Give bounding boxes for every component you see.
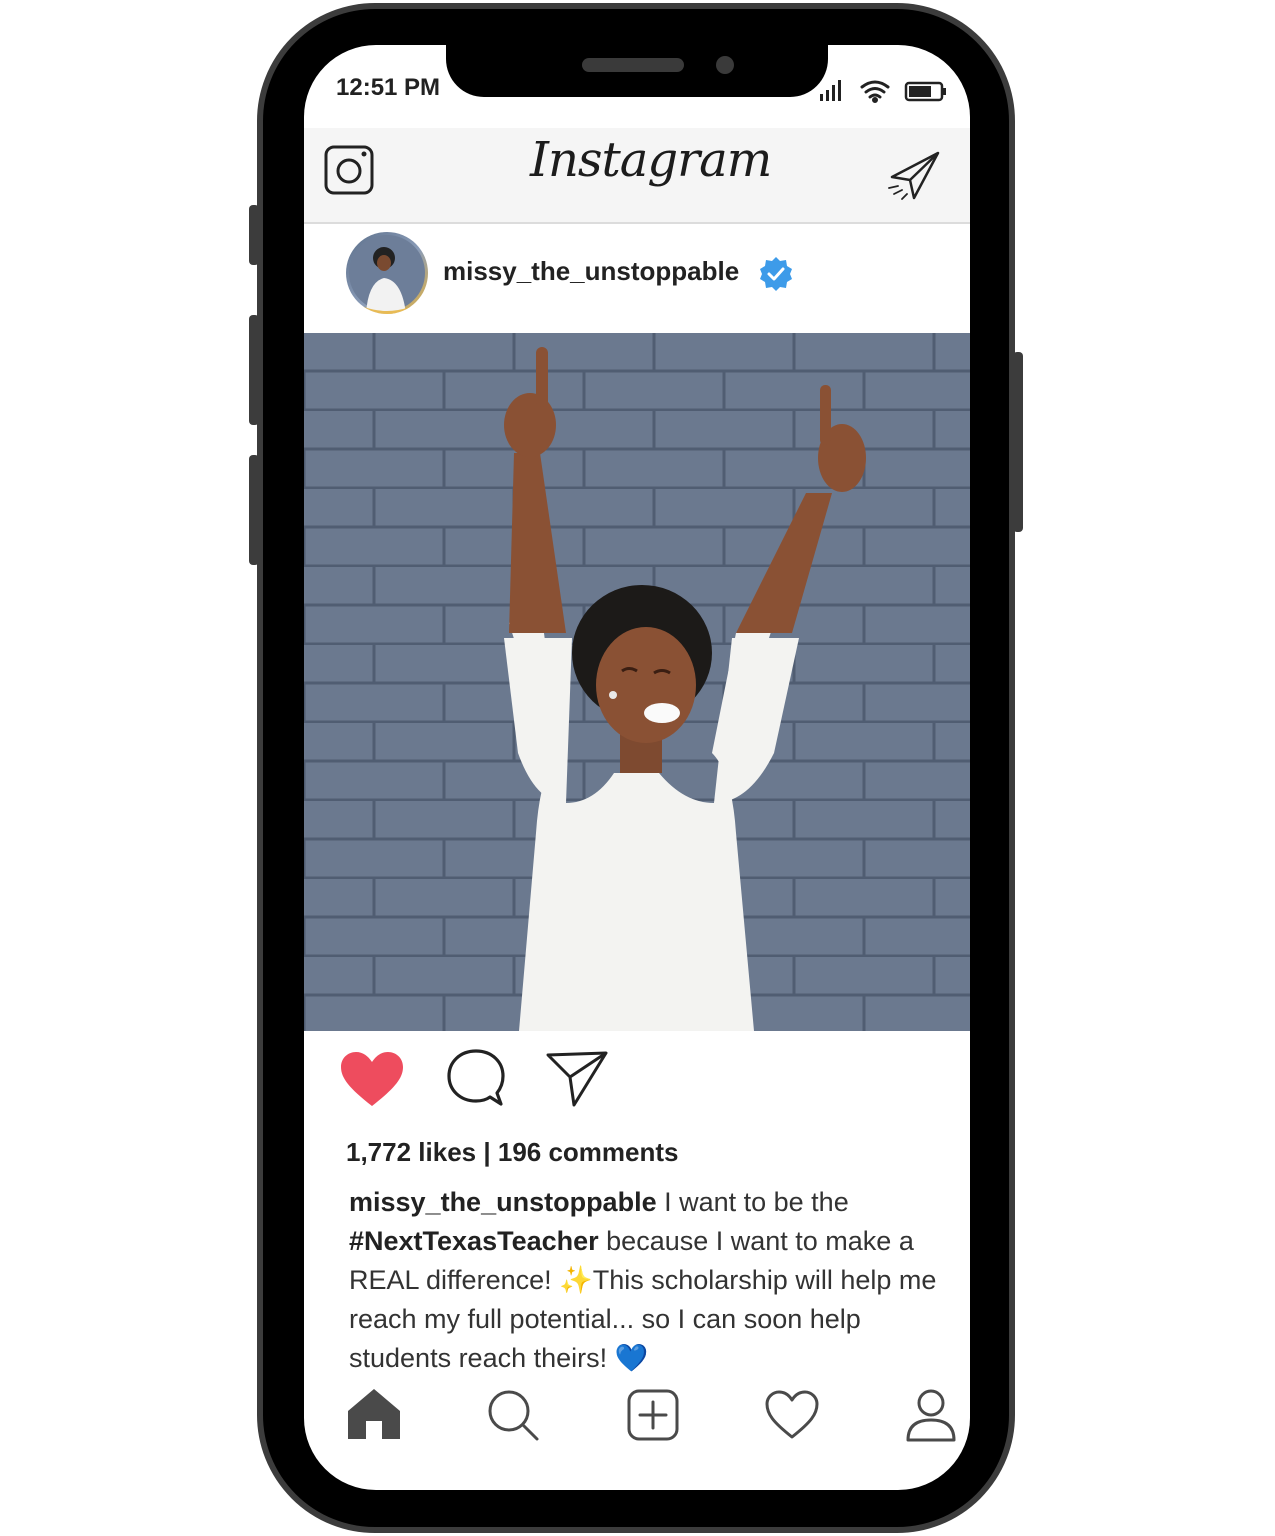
avatar[interactable] [346,232,428,314]
caption-username[interactable]: missy_the_unstoppable [349,1187,657,1217]
home-icon[interactable] [346,1387,402,1441]
count-separator: | [476,1137,498,1167]
search-icon[interactable] [486,1388,540,1442]
direct-message-icon[interactable] [886,150,942,202]
earpiece-speaker [582,58,684,72]
status-time: 12:51 PM [336,74,441,101]
comment-icon[interactable] [445,1047,507,1109]
likes-count[interactable]: 1,772 likes [346,1137,476,1167]
likes-comments-count[interactable]: 1,772 likes | 196 comments [346,1137,679,1168]
comments-count[interactable]: 196 comments [498,1137,679,1167]
wifi-icon [860,80,890,103]
profile-icon[interactable] [904,1388,958,1442]
camera-icon[interactable] [324,145,374,195]
like-heart-icon[interactable] [339,1050,405,1108]
front-camera [716,56,734,74]
blue-heart-emoji: 💙 [614,1343,649,1373]
activity-heart-icon[interactable] [764,1390,820,1440]
post-username[interactable]: missy_the_unstoppable [443,256,739,287]
status-icons [820,80,946,103]
verified-badge-icon [760,257,792,291]
caption-text-1: I want to be the [656,1187,849,1217]
post-caption: missy_the_unstoppable I want to be the #… [349,1183,949,1378]
sparkle-emoji: ✨ [559,1265,593,1295]
add-post-icon[interactable] [626,1388,680,1442]
caption-hashtag[interactable]: #NextTexasTeacher [349,1226,599,1256]
post-photo[interactable] [304,333,970,1031]
share-icon[interactable] [544,1049,610,1109]
instagram-logo: Instagram [530,132,772,188]
signal-icon [820,80,841,101]
battery-icon [904,81,946,102]
